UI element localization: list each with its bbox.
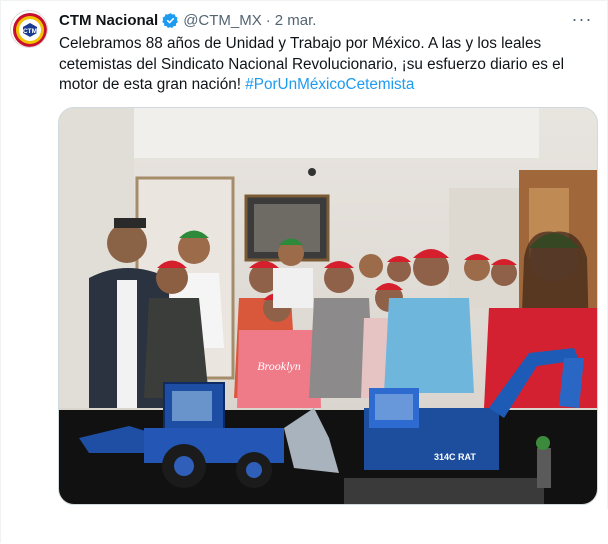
author-name[interactable]: CTM Nacional xyxy=(59,12,158,29)
media-photo: Brooklyn 314C RAT xyxy=(59,108,597,504)
tweet-date[interactable]: 2 mar. xyxy=(275,12,317,29)
avatar[interactable]: CTM xyxy=(10,10,48,48)
tweet-header: CTM Nacional @CTM_MX · 2 mar. xyxy=(59,10,316,30)
tweet-media[interactable]: Brooklyn 314C RAT xyxy=(58,107,598,505)
verified-badge-icon xyxy=(162,12,179,29)
author-handle[interactable]: @CTM_MX xyxy=(183,12,262,29)
tweet-text: Celebramos 88 años de Unidad y Trabajo p… xyxy=(59,34,599,96)
hashtag-link[interactable]: #PorUnMéxicoCetemista xyxy=(245,76,414,93)
excavator-label: 314C RAT xyxy=(434,452,476,462)
ctm-logo-icon: CTM xyxy=(13,13,47,47)
shirt-text: Brooklyn xyxy=(257,359,301,373)
tweet-card[interactable]: CTM CTM Nacional @CTM_MX · 2 mar. ··· Ce… xyxy=(0,0,608,544)
logo-text: CTM xyxy=(23,28,37,35)
tweet-footer-space xyxy=(1,509,608,544)
more-options-label: ··· xyxy=(571,8,593,29)
separator-dot: · xyxy=(265,11,271,29)
more-options-icon[interactable]: ··· xyxy=(570,7,594,31)
